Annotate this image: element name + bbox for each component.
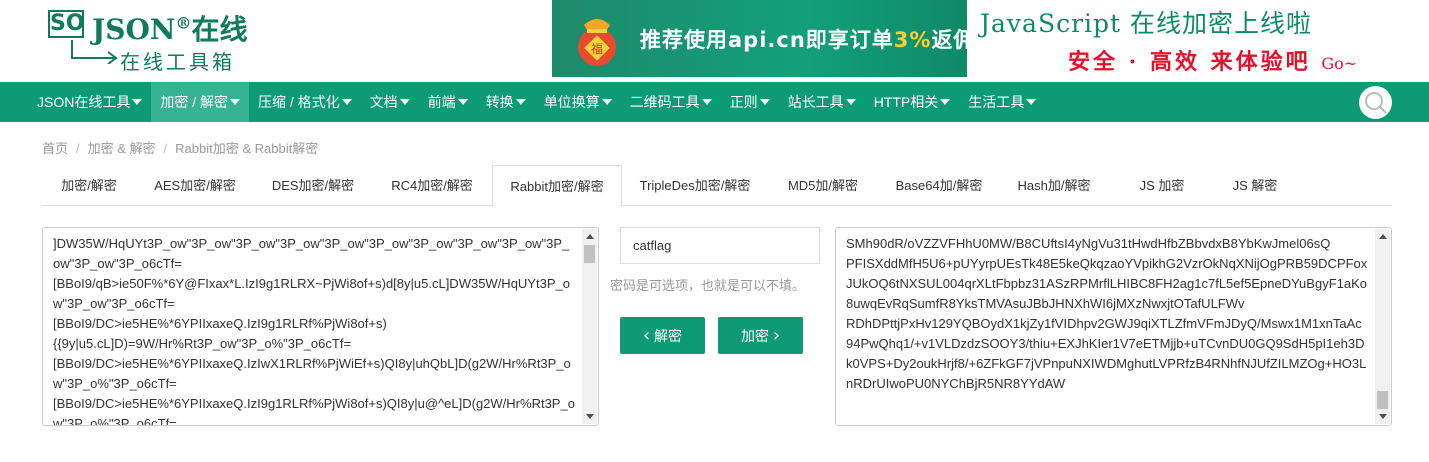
nav-item[interactable]: 转换 [477, 82, 535, 122]
search-button[interactable] [1359, 86, 1392, 119]
scroll-down-icon[interactable] [1375, 409, 1390, 424]
nav-item[interactable]: 二维码工具 [621, 82, 721, 122]
caret-down-icon [132, 99, 143, 105]
banner-text: 推荐使用api.cn即享订单3%返佣 [640, 28, 976, 52]
caret-down-icon [759, 99, 770, 105]
tool-tabs: 加密/解密 AES加密/解密 DES加密/解密 RC4加密/解密 Rabbit加… [42, 165, 1392, 207]
tab-base64[interactable]: Base64加/解密 [884, 165, 994, 206]
tab-md5[interactable]: MD5加/解密 [775, 165, 871, 206]
promo-line-2: 安全 · 高效 来体验吧 Go~ [1068, 49, 1358, 75]
ciphertext-textarea[interactable]: SMh90dR/oVZZVFHhU0MW/B8CUftsI4yNgVu31tHw… [835, 227, 1392, 426]
breadcrumb-current: Rabbit加密 & Rabbit解密 [175, 141, 319, 156]
chevron-right-icon: › [772, 325, 781, 346]
password-input[interactable]: catflag [620, 227, 820, 264]
tab-js-encrypt[interactable]: JS 加密 [1122, 165, 1202, 206]
nav-item[interactable]: JSON在线工具 [28, 82, 151, 122]
nav-item[interactable]: 前端 [419, 82, 477, 122]
ciphertext-content: SMh90dR/oVZZVFHhU0MW/B8CUftsI4yNgVu31tHw… [846, 236, 1368, 391]
breadcrumb-home[interactable]: 首页 [42, 141, 68, 156]
lucky-bag-icon: 福 [578, 19, 616, 66]
tab-rc4[interactable]: RC4加密/解密 [376, 165, 488, 206]
nav-item[interactable]: 站长工具 [779, 82, 865, 122]
search-icon [1365, 92, 1387, 114]
site-logo[interactable]: SO JSON®在线 在线工具箱 [48, 6, 278, 74]
caret-down-icon [230, 99, 241, 105]
caret-down-icon [457, 99, 468, 105]
logo-subtitle: 在线工具箱 [120, 50, 235, 74]
promo-banner[interactable]: 福 推荐使用api.cn即享订单3%返佣 [552, 0, 974, 77]
site-header: SO JSON®在线 在线工具箱 福 推荐使用api.cn即享订单3%返佣 Ja… [0, 0, 1429, 82]
scroll-thumb[interactable] [1377, 391, 1388, 409]
nav-items: JSON在线工具 加密 / 解密 压缩 / 格式化 文档 前端 转换 单位换算 二维码工具 正则… [28, 82, 1045, 122]
tab-aes[interactable]: AES加密/解密 [139, 165, 251, 206]
encrypt-button[interactable]: 加密 › [718, 317, 803, 354]
tab-tripledes[interactable]: TripleDes加密/解密 [625, 165, 765, 206]
plaintext-content: ]DW35W/HqUYt3P_ow"3P_ow"3P_ow"3P_ow"3P_o… [53, 236, 575, 426]
scroll-thumb[interactable] [584, 245, 595, 263]
svg-text:福: 福 [591, 41, 603, 56]
tab-rabbit[interactable]: Rabbit加密/解密 [492, 165, 622, 207]
nav-item[interactable]: HTTP相关 [865, 82, 960, 122]
logo-arrow-icon [71, 40, 118, 64]
decrypt-button[interactable]: ‹ 解密 [620, 317, 705, 354]
caret-down-icon [515, 99, 526, 105]
caret-down-icon [940, 99, 951, 105]
promo-line-1: JavaScript 在线加密上线啦 [980, 9, 1313, 38]
chevron-left-icon: ‹ [642, 325, 651, 346]
caret-down-icon [845, 99, 856, 105]
scroll-up-icon[interactable] [582, 229, 597, 244]
scroll-down-icon[interactable] [582, 409, 597, 424]
tab-js-decrypt[interactable]: JS 解密 [1214, 165, 1296, 206]
caret-down-icon [1026, 99, 1037, 105]
caret-down-icon [701, 99, 712, 105]
breadcrumb-category[interactable]: 加密 & 解密 [88, 141, 156, 156]
tab-hash[interactable]: Hash加/解密 [1006, 165, 1102, 206]
nav-item[interactable]: 压缩 / 格式化 [249, 82, 361, 122]
tab-encrypt-decrypt[interactable]: 加密/解密 [46, 165, 132, 206]
js-promo[interactable]: JavaScript 在线加密上线啦 安全 · 高效 来体验吧 Go~ [980, 4, 1420, 78]
logo-box: SO [48, 10, 85, 38]
main-nav: JSON在线工具 加密 / 解密 压缩 / 格式化 文档 前端 转换 单位换算 二维码工具 正则… [0, 82, 1429, 122]
caret-down-icon [601, 99, 612, 105]
plaintext-scrollbar[interactable] [582, 229, 597, 424]
nav-item[interactable]: 单位换算 [535, 82, 621, 122]
nav-item[interactable]: 文档 [361, 82, 419, 122]
scroll-up-icon[interactable] [1375, 229, 1390, 244]
caret-down-icon [399, 99, 410, 105]
plaintext-textarea[interactable]: ]DW35W/HqUYt3P_ow"3P_ow"3P_ow"3P_ow"3P_o… [42, 227, 599, 426]
tab-des[interactable]: DES加密/解密 [257, 165, 369, 206]
nav-item[interactable]: 加密 / 解密 [151, 82, 250, 122]
breadcrumb: 首页 / 加密 & 解密 / Rabbit加密 & Rabbit解密 [42, 141, 319, 156]
ciphertext-scrollbar[interactable] [1375, 229, 1390, 424]
nav-item[interactable]: 生活工具 [959, 82, 1045, 122]
nav-item[interactable]: 正则 [721, 82, 779, 122]
password-hint: 密码是可选项，也就是可以不填。 [610, 278, 806, 293]
caret-down-icon [341, 99, 352, 105]
